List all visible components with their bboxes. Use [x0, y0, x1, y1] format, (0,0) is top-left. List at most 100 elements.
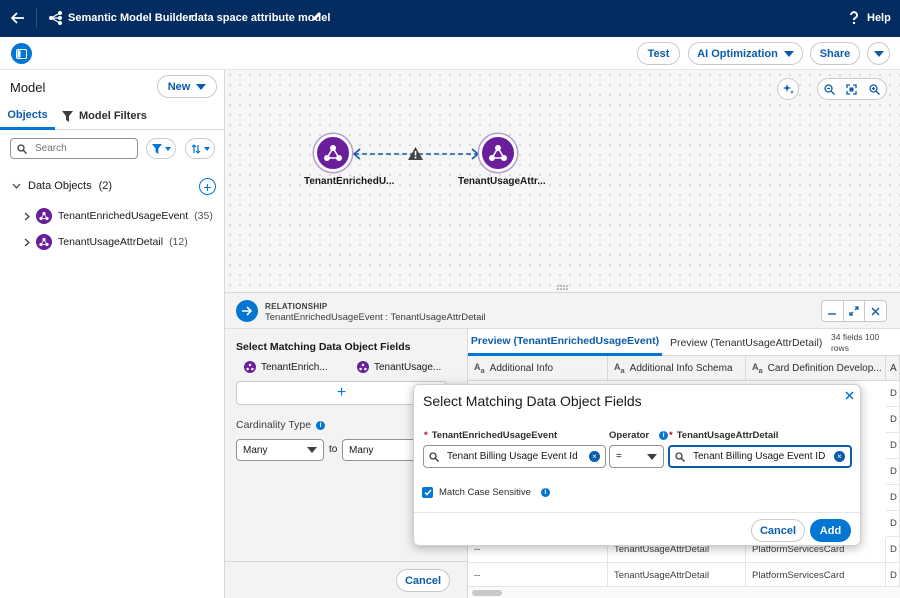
- filter-button[interactable]: [146, 138, 176, 159]
- object-name: TenantUsageAttrDetail: [58, 236, 164, 248]
- panel-toggle-icon[interactable]: [11, 43, 32, 64]
- new-label: New: [167, 80, 191, 93]
- popover-title: Select Matching Data Object Fields: [423, 393, 642, 409]
- relationship-kicker: RELATIONSHIP: [265, 302, 328, 311]
- cardinality-to-value: Many: [349, 444, 374, 456]
- help-link[interactable]: Help: [867, 12, 891, 24]
- data-object-icon: [324, 145, 342, 161]
- minimize-icon[interactable]: [822, 301, 844, 321]
- close-icon[interactable]: [845, 391, 854, 400]
- model-canvas[interactable]: TenantEnrichedU... TenantUsageAttr...: [225, 70, 900, 292]
- search-placeholder: Search: [35, 143, 67, 154]
- column-header[interactable]: Aa Additional Info Schema: [608, 356, 746, 381]
- match-case-label: Match Case Sensitive: [439, 487, 531, 498]
- share-button[interactable]: Share: [810, 42, 860, 65]
- ai-optimization-button[interactable]: AI Optimization: [688, 42, 803, 65]
- chevron-right-icon: [24, 238, 30, 246]
- more-actions-button[interactable]: [867, 42, 890, 65]
- search-icon: [17, 143, 27, 154]
- node-label: TenantEnrichedU...: [304, 176, 395, 187]
- operator-select[interactable]: =: [609, 445, 664, 468]
- filter-icon: [62, 110, 73, 122]
- resize-handle[interactable]: [225, 283, 900, 292]
- list-item[interactable]: TenantUsageAttrDetail (12): [24, 234, 188, 250]
- chevron-right-icon: [24, 212, 30, 220]
- column-header[interactable]: Aa Card Definition Develop...: [746, 356, 886, 381]
- search-input[interactable]: Search: [10, 138, 138, 159]
- target-field-input[interactable]: Tenant Billing Usage Event ID ×: [668, 445, 852, 468]
- info-icon[interactable]: i: [540, 488, 550, 497]
- table-cell: D: [886, 407, 900, 433]
- source-field-label: * TenantEnrichedUsageEvent: [424, 430, 557, 441]
- table-cell: D: [886, 459, 900, 485]
- info-icon[interactable]: i: [659, 431, 669, 440]
- tab-model-filters[interactable]: Model Filters: [62, 102, 147, 130]
- data-object-icon: [36, 234, 52, 250]
- cardinality-to-select[interactable]: Many: [342, 439, 422, 461]
- chevron-down-icon: [12, 183, 21, 189]
- required-marker: *: [424, 430, 428, 441]
- ai-optimization-label: AI Optimization: [697, 47, 778, 60]
- divider: [36, 8, 37, 28]
- arrow-right-icon: [236, 300, 258, 322]
- cardinality-label: Cardinality Type i: [236, 419, 326, 431]
- question-icon[interactable]: [848, 11, 860, 25]
- popover-divider: [414, 512, 860, 513]
- sort-button[interactable]: [185, 138, 215, 159]
- table-cell: D: [886, 433, 900, 459]
- source-object: TenantEnrich...: [244, 361, 328, 373]
- column-header-label: Additional Info: [489, 362, 554, 374]
- expand-icon[interactable]: [844, 301, 866, 321]
- target-field-value: Tenant Billing Usage Event ID: [693, 451, 826, 462]
- back-arrow-icon[interactable]: [6, 6, 30, 30]
- source-field-input[interactable]: Tenant Billing Usage Event Id ×: [423, 445, 606, 468]
- column-header[interactable]: A: [886, 356, 900, 381]
- tab-objects[interactable]: Objects: [0, 102, 55, 130]
- source-object-name: TenantEnrich...: [261, 361, 328, 373]
- operator-label-text: Operator: [609, 430, 650, 441]
- checkmark-icon: [423, 489, 432, 496]
- new-button[interactable]: New: [157, 75, 217, 98]
- add-object-button[interactable]: +: [199, 178, 216, 195]
- pencil-icon[interactable]: [310, 11, 322, 23]
- panel-title: Model: [10, 80, 46, 95]
- clear-icon[interactable]: ×: [834, 451, 845, 462]
- node-label: TenantUsageAttr...: [458, 176, 546, 187]
- data-objects-group[interactable]: Data Objects (2): [12, 180, 112, 192]
- table-cell: D: [886, 511, 900, 537]
- cardinality-from-select[interactable]: Many: [236, 439, 324, 461]
- match-case-row[interactable]: Match Case Sensitive i: [422, 487, 550, 498]
- to-label: to: [329, 444, 338, 455]
- test-button[interactable]: Test: [637, 42, 680, 65]
- clear-icon[interactable]: ×: [589, 451, 600, 462]
- object-node[interactable]: [479, 134, 517, 172]
- warning-icon[interactable]: [407, 146, 424, 161]
- close-icon[interactable]: [865, 301, 886, 321]
- chevron-down-icon: [873, 50, 884, 57]
- list-item[interactable]: TenantEnrichedUsageEvent (35): [24, 208, 213, 224]
- match-case-checkbox[interactable]: [422, 487, 433, 498]
- preview-tabs: Preview (TenantEnrichedUsageEvent) Previ…: [468, 329, 900, 356]
- preview-count: 34 fields 100 rows: [831, 332, 880, 353]
- relationship-header: RELATIONSHIP TenantEnrichedUsageEvent : …: [225, 293, 900, 329]
- tab-preview-target[interactable]: Preview (TenantUsageAttrDetail): [670, 329, 822, 356]
- column-header[interactable]: Aa Additional Info: [468, 356, 608, 381]
- info-icon[interactable]: i: [316, 420, 326, 430]
- data-object-icon: [489, 145, 507, 161]
- scrollbar-thumb[interactable]: [472, 590, 502, 596]
- add-button[interactable]: Add: [810, 519, 851, 542]
- tab-preview-source[interactable]: Preview (TenantEnrichedUsageEvent): [468, 329, 662, 356]
- panel-controls: [821, 300, 887, 322]
- top-bar: Semantic Model Builder data space attrib…: [0, 0, 900, 37]
- panel-tabs: Objects Model Filters: [0, 102, 225, 130]
- cancel-button[interactable]: Cancel: [751, 519, 805, 542]
- cancel-button[interactable]: Cancel: [396, 569, 450, 592]
- semantic-model-icon: [48, 10, 64, 26]
- app-title: Semantic Model Builder: [68, 12, 193, 24]
- horizontal-scrollbar[interactable]: [468, 586, 900, 598]
- search-icon: [675, 451, 685, 462]
- filter-icon: [151, 143, 162, 154]
- cardinality-text: Cardinality Type: [236, 419, 312, 431]
- operator-value: =: [616, 451, 622, 462]
- object-node[interactable]: [314, 134, 352, 172]
